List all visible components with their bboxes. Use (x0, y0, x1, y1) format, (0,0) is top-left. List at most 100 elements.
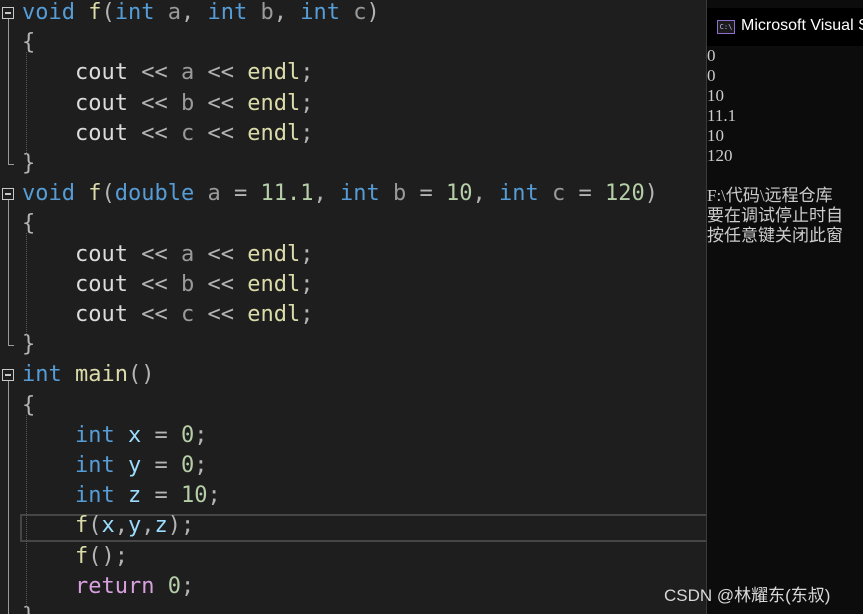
indent-guide (26, 52, 27, 155)
code-line[interactable]: cout << a << endl; (22, 58, 313, 88)
code-line[interactable]: cout << c << endl; (22, 300, 313, 330)
code-token: main (75, 362, 128, 388)
code-line[interactable]: return 0; (22, 572, 194, 602)
code-token: } (22, 604, 35, 614)
code-token: << (141, 302, 168, 327)
code-line[interactable]: int main() (22, 360, 154, 390)
console-output-line: 0 (707, 46, 716, 65)
code-token: int (498, 181, 539, 207)
code-token: b (180, 271, 195, 297)
code-token: endl (247, 271, 301, 297)
code-token: ; (300, 271, 314, 297)
code-token: << (141, 120, 168, 146)
code-token: endl (247, 90, 301, 116)
code-line[interactable]: { (22, 209, 35, 239)
code-token: cout (22, 60, 142, 86)
code-line[interactable]: int z = 10; (22, 481, 221, 511)
code-line[interactable]: cout << a << endl; (22, 240, 313, 270)
code-token: int (207, 0, 248, 25)
console-output-line: 10 (707, 86, 724, 105)
code-token: c (353, 0, 367, 25)
code-token: << (141, 271, 168, 297)
fold-end (8, 164, 14, 165)
code-token: = (141, 483, 181, 509)
code-token: = (141, 422, 181, 448)
console-title: Microsoft Visual S (741, 17, 863, 34)
code-token: x (127, 422, 142, 448)
code-token: = (141, 453, 181, 478)
code-token: { (22, 211, 36, 237)
code-token: c (180, 120, 195, 146)
code-token: f (88, 0, 102, 25)
code-line[interactable]: void f(int a, int b, int c) (22, 0, 380, 28)
code-editor[interactable]: void f(int a, int b, int c){ cout << a <… (0, 0, 706, 614)
code-token: int (114, 0, 155, 25)
code-token: endl (247, 241, 301, 267)
code-line[interactable]: int y = 0; (22, 451, 208, 481)
code-token: () (127, 362, 155, 388)
code-token: << (141, 241, 168, 267)
collapse-icon[interactable] (2, 188, 14, 201)
code-token: ; (300, 60, 314, 86)
code-line[interactable]: cout << b << endl; (22, 89, 313, 119)
console-titlebar[interactable]: C:\ Microsoft Visual S (707, 8, 863, 46)
code-line[interactable]: void f(double a = 11.1, int b = 10, int … (22, 179, 658, 209)
console-output-line: F:\代码\远程仓库 (707, 186, 833, 205)
code-token: int (339, 181, 380, 207)
code-line[interactable]: int x = 0; (22, 421, 208, 451)
code-line[interactable]: f(); (22, 542, 128, 572)
code-token: ( (88, 513, 102, 539)
code-token: int (300, 0, 340, 25)
code-token: 0 (180, 453, 195, 478)
console-output-line: 0 (707, 66, 716, 85)
collapse-icon[interactable] (2, 7, 14, 19)
code-line[interactable]: } (22, 149, 35, 179)
code-token: y (127, 513, 142, 539)
watermark: CSDN @林耀东(东叔) (664, 586, 831, 605)
code-line[interactable]: cout << c << endl; (22, 119, 313, 149)
code-token: = (565, 181, 605, 207)
code-token: , (472, 181, 499, 207)
collapse-icon[interactable] (2, 369, 14, 382)
code-token: cout (22, 241, 142, 267)
code-line[interactable]: } (22, 602, 35, 614)
code-token: } (22, 332, 36, 358)
code-token: , (180, 0, 208, 25)
code-token: void (22, 0, 75, 25)
code-token: a (180, 241, 195, 267)
code-line[interactable]: f(x,y,z); (22, 511, 194, 541)
code-token: a (207, 181, 221, 207)
code-token: ( (101, 181, 115, 207)
console-window[interactable]: C:\ Microsoft Visual S 0 0 10 11.1 10 120 F:\代… (706, 0, 863, 614)
code-line[interactable]: { (22, 28, 35, 58)
indent-guide (26, 414, 27, 608)
code-line[interactable]: cout << b << endl; (22, 270, 313, 300)
code-token: int (74, 483, 115, 509)
code-line[interactable]: } (22, 330, 35, 360)
code-token: , (114, 513, 128, 539)
code-token: f (74, 513, 89, 539)
code-token: cout (22, 90, 142, 116)
code-line[interactable]: { (22, 391, 35, 421)
code-token: ) (366, 0, 380, 25)
code-token: cout (22, 302, 142, 327)
